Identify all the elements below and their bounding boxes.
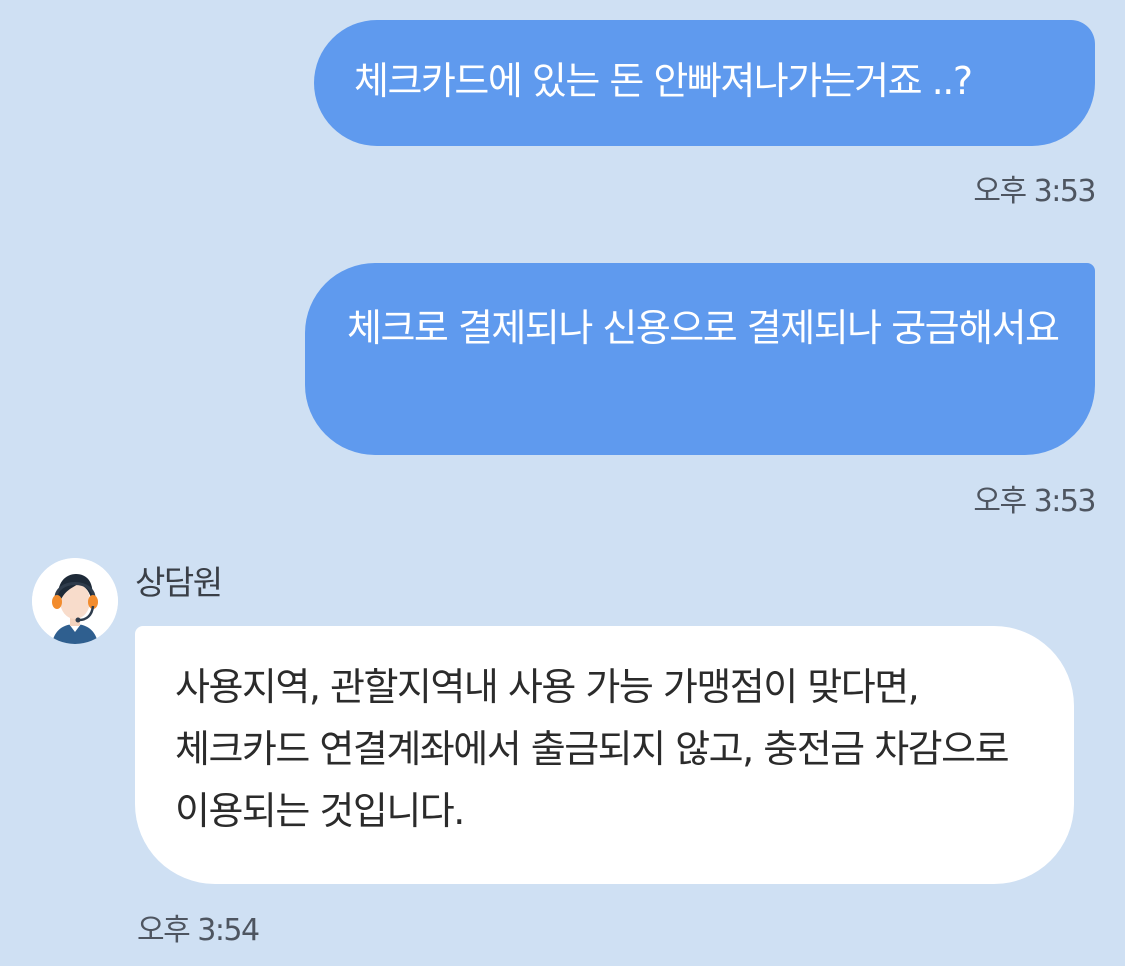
- message-text: 체크로 결제되나 신용으로 결제되나 궁금해서요: [347, 306, 1060, 350]
- message-timestamp: 오후 3:54: [137, 913, 260, 948]
- sender-name: 상담원: [135, 563, 223, 602]
- message-text: 사용지역, 관할지역내 사용 가능 가맹점이 맞다면, 체크카드 연결계좌에서 …: [175, 665, 1010, 833]
- agent-headset-avatar-icon[interactable]: [32, 558, 118, 644]
- incoming-message-bubble[interactable]: 사용지역, 관할지역내 사용 가능 가맹점이 맞다면, 체크카드 연결계좌에서 …: [135, 626, 1074, 884]
- message-timestamp: 오후 3:53: [973, 484, 1096, 519]
- message-text: 체크카드에 있는 돈 안빠져나가는거죠 ..?: [354, 59, 973, 103]
- outgoing-message-bubble[interactable]: 체크카드에 있는 돈 안빠져나가는거죠 ..?: [314, 20, 1095, 146]
- message-timestamp: 오후 3:53: [973, 174, 1096, 209]
- outgoing-message-bubble[interactable]: 체크로 결제되나 신용으로 결제되나 궁금해서요: [305, 263, 1095, 455]
